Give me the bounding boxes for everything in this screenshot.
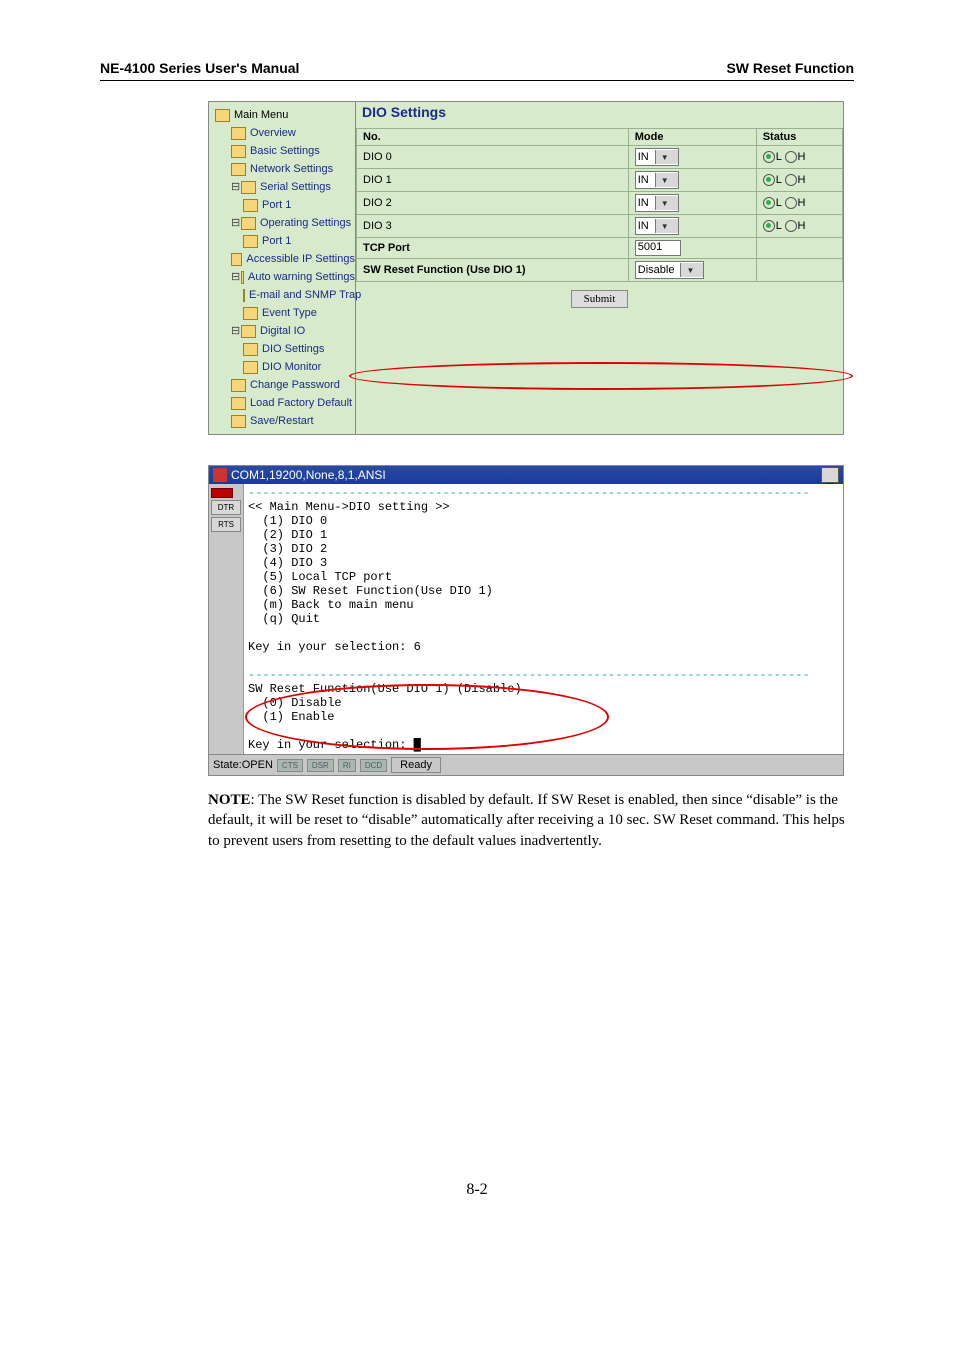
tree-network-settings[interactable]: Network Settings [215, 160, 355, 178]
folder-icon [231, 415, 246, 428]
tree-dio-monitor[interactable]: DIO Monitor [215, 358, 355, 376]
table-row: DIO 1 IN▼ L H [357, 169, 843, 192]
col-mode: Mode [628, 129, 756, 146]
folder-icon [231, 163, 246, 176]
terminal-screenshot: COM1,19200,None,8,1,ANSI _ DTR RTS -----… [208, 465, 844, 776]
chevron-down-icon: ▼ [655, 196, 678, 210]
folder-icon [243, 235, 258, 248]
folder-icon [231, 397, 246, 410]
dio-table: No. Mode Status DIO 0 IN▼ L H DIO 1 IN▼ … [356, 128, 843, 282]
chevron-down-icon: ▼ [655, 150, 678, 164]
radio-l[interactable] [763, 197, 775, 209]
app-icon [213, 468, 227, 482]
terminal-output: ----------------------------------------… [244, 484, 843, 754]
folder-icon [243, 343, 258, 356]
folder-icon [215, 109, 230, 122]
folder-icon [231, 145, 246, 158]
tree-change-password[interactable]: Change Password [215, 376, 355, 394]
tree-digital-io[interactable]: ⊟Digital IO [215, 322, 355, 340]
dtr-button[interactable]: DTR [211, 500, 241, 515]
table-row: DIO 3 IN▼ L H [357, 215, 843, 238]
collapse-icon[interactable]: ⊟ [231, 322, 239, 340]
radio-h[interactable] [785, 220, 797, 232]
chevron-down-icon: ▼ [655, 173, 678, 187]
web-ui-screenshot: Main Menu Overview Basic Settings Networ… [208, 101, 844, 435]
terminal-statusbar: State:OPEN CTS DSR RI DCD Ready [209, 754, 843, 775]
folder-icon [243, 199, 258, 212]
table-row: DIO 2 IN▼ L H [357, 192, 843, 215]
folder-open-icon [241, 271, 244, 284]
tree-event-type[interactable]: Event Type [215, 304, 355, 322]
cts-led-icon: CTS [277, 759, 303, 772]
folder-icon [231, 127, 246, 140]
folder-icon [243, 307, 258, 320]
tcp-port-label: TCP Port [357, 238, 629, 259]
note-paragraph: NOTE: The SW Reset function is disabled … [208, 790, 848, 851]
header-right: SW Reset Function [726, 60, 854, 76]
terminal-titlebar: COM1,19200,None,8,1,ANSI _ [209, 466, 843, 484]
terminal-title: COM1,19200,None,8,1,ANSI [231, 468, 386, 482]
tree-operating-port1[interactable]: Port 1 [215, 232, 355, 250]
sw-reset-label: SW Reset Function (Use DIO 1) [357, 259, 629, 282]
radio-l[interactable] [763, 151, 775, 163]
nav-tree: Main Menu Overview Basic Settings Networ… [209, 102, 355, 434]
radio-h[interactable] [785, 174, 797, 186]
mode-select[interactable]: IN▼ [635, 171, 679, 189]
tree-save-restart[interactable]: Save/Restart [215, 412, 355, 430]
tree-load-factory[interactable]: Load Factory Default [215, 394, 355, 412]
tree-accessible-ip[interactable]: Accessible IP Settings [215, 250, 355, 268]
tree-root[interactable]: Main Menu [215, 106, 355, 124]
tree-basic-settings[interactable]: Basic Settings [215, 142, 355, 160]
table-row: DIO 0 IN▼ L H [357, 146, 843, 169]
note-body: : The SW Reset function is disabled by d… [208, 792, 845, 849]
page-number: 8-2 [100, 1181, 854, 1199]
tree-overview[interactable]: Overview [215, 124, 355, 142]
radio-h[interactable] [785, 197, 797, 209]
mode-select[interactable]: IN▼ [635, 148, 679, 166]
ready-label: Ready [391, 757, 441, 773]
folder-icon [243, 361, 258, 374]
signal-panel: DTR RTS [209, 484, 244, 754]
tree-dio-settings[interactable]: DIO Settings [215, 340, 355, 358]
state-label: State:OPEN [213, 759, 273, 771]
tree-serial-settings[interactable]: ⊟Serial Settings [215, 178, 355, 196]
folder-open-icon [241, 181, 256, 194]
minimize-button[interactable]: _ [821, 467, 839, 483]
folder-icon [231, 253, 242, 266]
radio-l[interactable] [763, 174, 775, 186]
submit-button[interactable]: Submit [571, 290, 629, 308]
sw-reset-select[interactable]: Disable▼ [635, 261, 705, 279]
tree-serial-port1[interactable]: Port 1 [215, 196, 355, 214]
folder-icon [231, 379, 246, 392]
folder-icon [243, 289, 245, 302]
page-header: NE-4100 Series User's Manual SW Reset Fu… [100, 60, 854, 81]
header-left: NE-4100 Series User's Manual [100, 60, 299, 76]
collapse-icon[interactable]: ⊟ [231, 214, 239, 232]
collapse-icon[interactable]: ⊟ [231, 178, 239, 196]
dcd-led-icon: DCD [360, 759, 387, 772]
tree-email-snmp[interactable]: E-mail and SNMP Trap [215, 286, 355, 304]
radio-h[interactable] [785, 151, 797, 163]
dsr-led-icon: DSR [307, 759, 334, 772]
led-icon [211, 488, 233, 498]
settings-pane: DIO Settings No. Mode Status DIO 0 IN▼ L… [355, 102, 843, 434]
radio-l[interactable] [763, 220, 775, 232]
chevron-down-icon: ▼ [655, 219, 678, 233]
mode-select[interactable]: IN▼ [635, 194, 679, 212]
note-label: NOTE [208, 792, 251, 808]
mode-select[interactable]: IN▼ [635, 217, 679, 235]
chevron-down-icon: ▼ [680, 263, 703, 277]
col-status: Status [756, 129, 842, 146]
ri-led-icon: RI [338, 759, 356, 772]
rts-button[interactable]: RTS [211, 517, 241, 532]
tree-operating-settings[interactable]: ⊟Operating Settings [215, 214, 355, 232]
col-no: No. [357, 129, 629, 146]
tcp-port-input[interactable]: 5001 [635, 240, 681, 256]
tree-auto-warning[interactable]: ⊟Auto warning Settings [215, 268, 355, 286]
collapse-icon[interactable]: ⊟ [231, 268, 239, 286]
folder-open-icon [241, 325, 256, 338]
folder-open-icon [241, 217, 256, 230]
pane-title: DIO Settings [356, 102, 843, 128]
